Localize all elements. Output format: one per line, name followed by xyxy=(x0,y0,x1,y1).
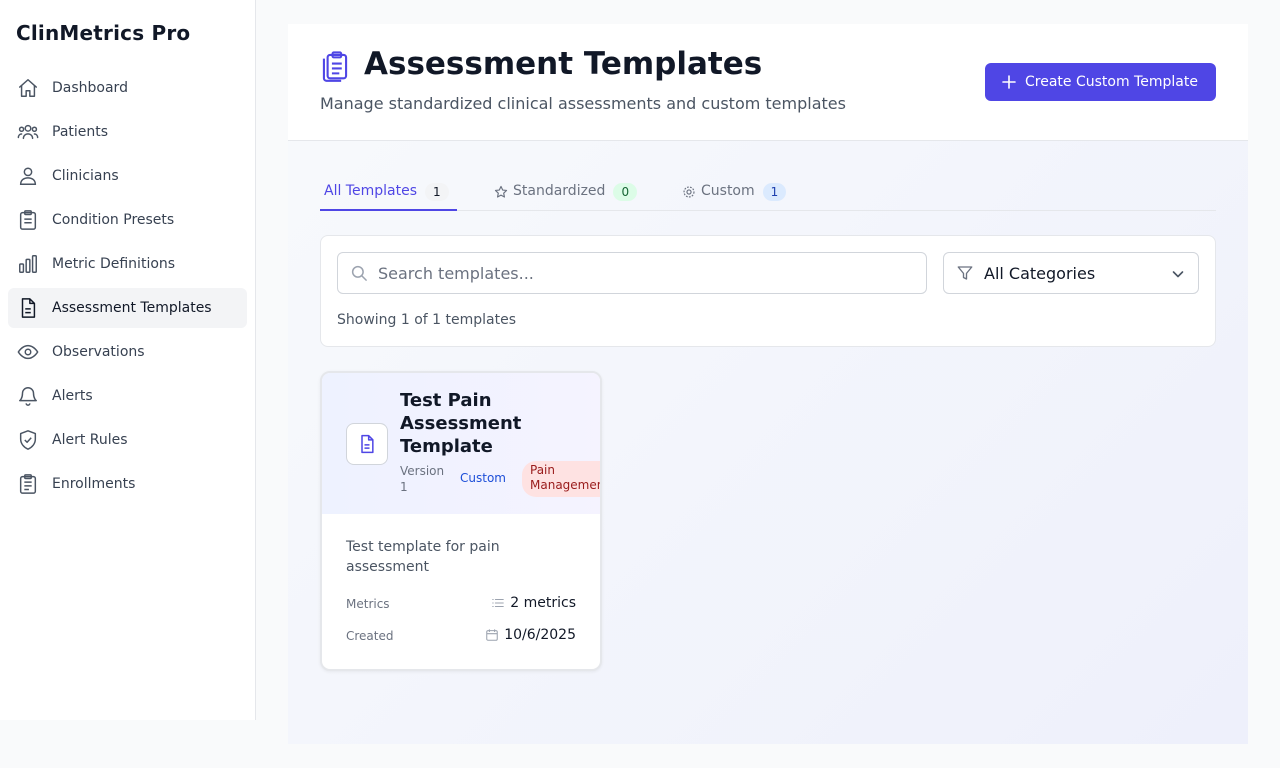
sidebar-item-label: Alerts xyxy=(52,388,93,404)
sidebar-item-label: Metric Definitions xyxy=(52,256,176,272)
template-card-header: Test Pain Assessment Template Version 1 … xyxy=(322,373,602,514)
sidebar-item-label: Patients xyxy=(52,124,109,140)
template-category-badge: Pain Management xyxy=(522,461,602,497)
sidebar-item-label: Dashboard xyxy=(52,80,128,96)
user-icon xyxy=(16,164,40,188)
document-icon xyxy=(16,296,40,320)
results-count: Showing 1 of 1 templates xyxy=(337,312,517,328)
search-icon xyxy=(351,265,367,281)
create-button-label: Create Custom Template xyxy=(1025,74,1198,90)
search-input[interactable] xyxy=(378,263,898,283)
search-box[interactable] xyxy=(337,252,927,294)
tab-standardized[interactable]: Standardized 0 xyxy=(494,174,638,211)
sidebar-item-label: Assessment Templates xyxy=(52,300,212,316)
sidebar-item-enrollments[interactable]: Enrollments xyxy=(8,464,247,504)
sidebar-item-condition-presets[interactable]: Condition Presets xyxy=(8,200,247,240)
sidebar-item-alerts[interactable]: Alerts xyxy=(8,376,247,416)
created-label: Created xyxy=(346,629,394,643)
metrics-count: 2 metrics xyxy=(510,595,576,611)
template-version: Version 1 xyxy=(400,464,445,494)
tab-label: Custom xyxy=(701,183,755,199)
create-custom-template-button[interactable]: Create Custom Template xyxy=(985,63,1216,101)
page-header: Assessment Templates Manage standardized… xyxy=(288,24,1248,141)
template-name: Test Pain Assessment Template xyxy=(400,390,522,457)
document-icon xyxy=(346,423,388,465)
tab-label: All Templates xyxy=(324,183,417,199)
created-value: 10/6/2025 xyxy=(485,627,576,643)
tab-all-templates[interactable]: All Templates 1 xyxy=(320,174,457,211)
clipboard-list-icon xyxy=(16,472,40,496)
tab-count-badge: 0 xyxy=(613,183,638,201)
clipboard-list-icon xyxy=(320,50,350,82)
sidebar-item-alert-rules[interactable]: Alert Rules xyxy=(8,420,247,460)
sidebar-item-dashboard[interactable]: Dashboard xyxy=(8,68,247,108)
clipboard-icon xyxy=(16,208,40,232)
metrics-label: Metrics xyxy=(346,597,390,611)
sidebar-item-patients[interactable]: Patients xyxy=(8,112,247,152)
category-select-value: All Categories xyxy=(984,263,1096,283)
sidebar-item-label: Alert Rules xyxy=(52,432,128,448)
tab-custom[interactable]: Custom 1 xyxy=(682,174,787,211)
sidebar: ClinMetrics Pro Dashboard Patients Clini… xyxy=(0,0,256,720)
cog-icon xyxy=(683,186,695,198)
sidebar-item-clinicians[interactable]: Clinicians xyxy=(8,156,247,196)
template-category-text: Pain Management xyxy=(530,463,602,492)
app-brand: ClinMetrics Pro xyxy=(16,21,191,45)
users-icon xyxy=(16,120,40,144)
template-description: Test template for pain assessment xyxy=(346,539,500,575)
sidebar-item-label: Clinicians xyxy=(52,168,119,184)
category-select[interactable]: All Categories xyxy=(943,252,1199,294)
template-type-badge: Custom xyxy=(460,471,506,485)
sidebar-item-label: Enrollments xyxy=(52,476,136,492)
eye-icon xyxy=(16,340,40,364)
page-title: Assessment Templates xyxy=(364,46,763,82)
plus-icon xyxy=(1002,75,1016,89)
bell-icon xyxy=(16,384,40,408)
chevron-down-icon xyxy=(1172,271,1184,278)
calendar-icon xyxy=(486,629,498,641)
sidebar-item-observations[interactable]: Observations xyxy=(8,332,247,372)
created-date: 10/6/2025 xyxy=(504,627,576,643)
template-card[interactable]: Test Pain Assessment Template Version 1 … xyxy=(320,371,602,671)
template-tabs: All Templates 1 Standardized 0 Custom 1 xyxy=(320,174,1216,211)
main-content: Assessment Templates Manage standardized… xyxy=(288,24,1248,744)
sidebar-item-label: Condition Presets xyxy=(52,212,175,228)
sidebar-item-assessment-templates[interactable]: Assessment Templates xyxy=(8,288,247,328)
home-icon xyxy=(16,76,40,100)
tab-count-badge: 1 xyxy=(424,183,449,201)
metrics-value: 2 metrics xyxy=(491,595,576,611)
sidebar-item-metric-definitions[interactable]: Metric Definitions xyxy=(8,244,247,284)
filter-icon xyxy=(957,266,973,280)
star-icon xyxy=(494,185,508,198)
tab-count-badge: 1 xyxy=(762,183,787,201)
filter-panel: All Categories Showing 1 of 1 templates xyxy=(320,235,1216,347)
sidebar-nav: Dashboard Patients Clinicians Condition … xyxy=(8,68,247,508)
sidebar-item-label: Observations xyxy=(52,344,145,360)
page-subtitle: Manage standardized clinical assessments… xyxy=(320,94,846,113)
bar-chart-icon xyxy=(16,252,40,276)
shield-check-icon xyxy=(16,428,40,452)
list-icon xyxy=(492,598,505,608)
tab-label: Standardized xyxy=(513,183,606,199)
